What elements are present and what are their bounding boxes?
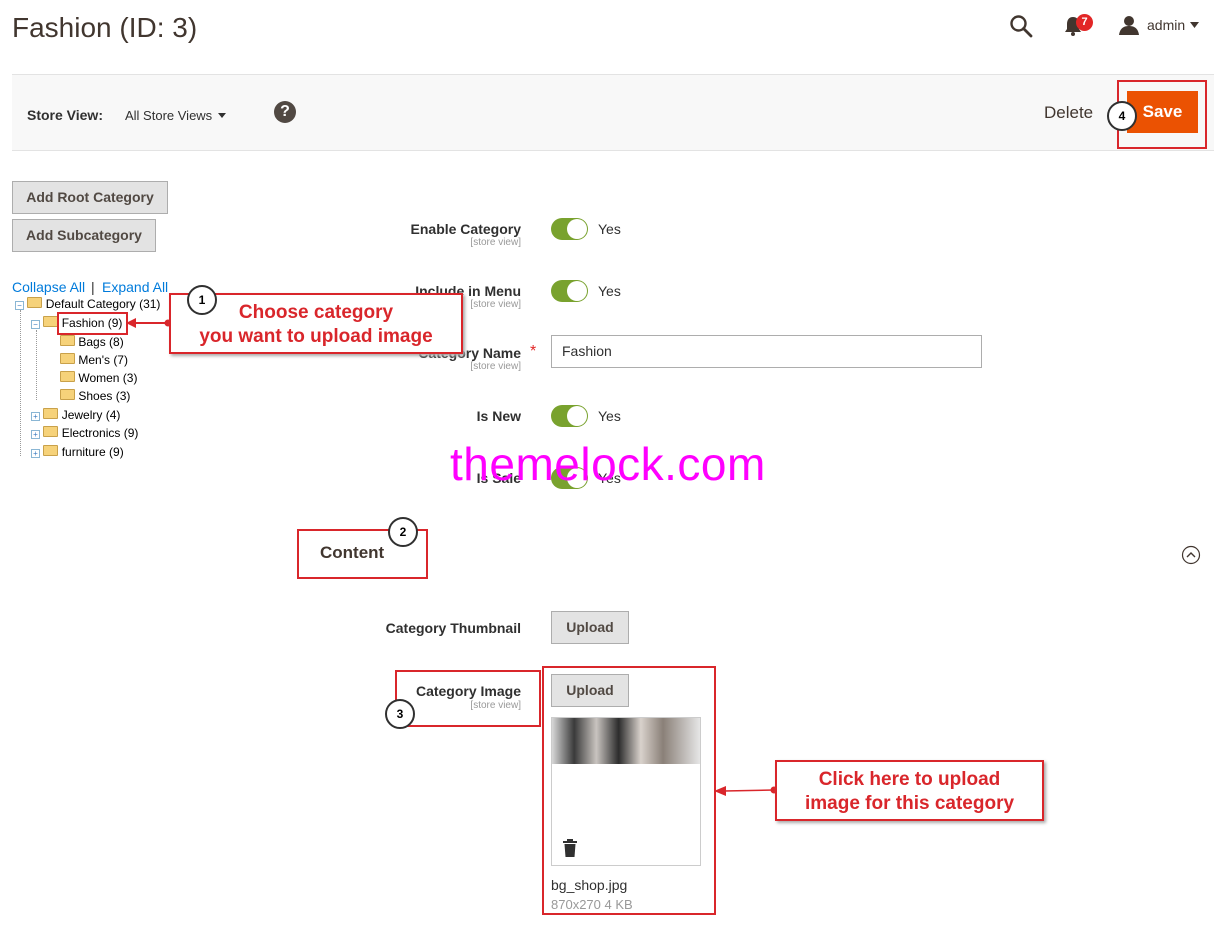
expand-all-link[interactable]: Expand All: [102, 279, 168, 295]
tree-node-label: Electronics (9): [61, 426, 139, 440]
expand-node-icon[interactable]: +: [31, 430, 40, 439]
folder-icon: [43, 426, 59, 437]
folder-icon: [60, 353, 75, 364]
include-in-menu-toggle[interactable]: [551, 280, 588, 302]
store-view-select[interactable]: All Store Views: [125, 108, 212, 123]
collapse-node-icon[interactable]: −: [31, 320, 40, 329]
callout-line: Click here to upload: [818, 769, 1001, 790]
enable-category-value: Yes: [598, 221, 621, 237]
notification-badge[interactable]: 7: [1076, 14, 1093, 31]
toggle-knob: [567, 406, 587, 426]
thumbnail-upload-button[interactable]: Upload: [551, 611, 629, 644]
tree-node-label: Jewelry (4): [61, 408, 121, 422]
step-1-marker: 1: [187, 285, 217, 315]
image-upload-highlight-box: [542, 666, 716, 915]
category-thumbnail-label: Category Thumbnail: [385, 620, 521, 636]
fashion-highlight-box: [57, 312, 128, 335]
store-view-dropdown-icon[interactable]: [218, 113, 226, 118]
enable-category-label: Enable Category: [410, 221, 521, 237]
required-marker: *: [530, 343, 537, 360]
folder-icon: [43, 445, 59, 456]
tree-node-label: Default Category (31): [45, 297, 161, 311]
scope-note: [store view]: [470, 237, 521, 248]
tree-node-label: Men's (7): [78, 353, 128, 367]
expand-node-icon[interactable]: +: [31, 449, 40, 458]
tree-node-label: Bags (8): [78, 335, 124, 349]
folder-icon: [27, 297, 43, 308]
callout-upload-image: Click here to upload image for this cate…: [775, 760, 1044, 821]
tree-node-shoes[interactable]: Shoes (3): [60, 389, 130, 403]
step-3-marker: 3: [385, 699, 415, 729]
chevron-up-icon[interactable]: [1181, 545, 1201, 565]
arrow-icon: [714, 786, 778, 796]
tree-node-women[interactable]: Women (3): [60, 371, 137, 385]
is-new-value: Yes: [598, 408, 621, 424]
tree-line: [20, 310, 21, 456]
user-menu[interactable]: admin: [1147, 17, 1185, 33]
delete-button[interactable]: Delete: [1044, 103, 1093, 123]
watermark: themelock.com: [450, 438, 766, 490]
callout-line: image for this category: [804, 793, 1015, 814]
tree-node-label: furniture (9): [61, 445, 124, 459]
scope-note: [store view]: [470, 361, 521, 372]
tree-node-electronics[interactable]: + Electronics (9): [31, 426, 138, 440]
enable-category-toggle[interactable]: [551, 218, 588, 240]
help-icon[interactable]: ?: [274, 101, 296, 123]
tree-node-default-category[interactable]: − Default Category (31): [15, 297, 160, 311]
tree-line: [36, 330, 37, 400]
toggle-knob: [567, 219, 587, 239]
arrow-icon: [126, 318, 172, 328]
tree-node-label: Shoes (3): [78, 389, 131, 403]
step-2-marker: 2: [388, 517, 418, 547]
expand-node-icon[interactable]: +: [31, 412, 40, 421]
store-view-label: Store View:: [27, 107, 103, 123]
add-root-category-button[interactable]: Add Root Category: [12, 181, 168, 214]
tree-node-bags[interactable]: Bags (8): [60, 335, 124, 349]
category-name-input[interactable]: Fashion: [551, 335, 982, 368]
is-new-label: Is New: [476, 408, 521, 424]
is-new-toggle[interactable]: [551, 405, 588, 427]
collapse-all-link[interactable]: Collapse All: [12, 279, 85, 295]
include-in-menu-value: Yes: [598, 283, 621, 299]
folder-icon: [60, 335, 75, 346]
folder-icon: [60, 389, 75, 400]
tree-node-label: Women (3): [78, 371, 138, 385]
category-image-highlight-box: [395, 670, 541, 727]
folder-icon: [60, 371, 75, 382]
add-subcategory-button[interactable]: Add Subcategory: [12, 219, 156, 252]
search-icon[interactable]: [1009, 14, 1033, 38]
callout-line: you want to upload image: [199, 326, 433, 347]
tree-node-mens[interactable]: Men's (7): [60, 353, 128, 367]
user-icon[interactable]: [1118, 14, 1140, 36]
chevron-down-icon[interactable]: [1190, 22, 1199, 28]
tree-node-furniture[interactable]: + furniture (9): [31, 445, 124, 459]
collapse-node-icon[interactable]: −: [15, 301, 24, 310]
toggle-knob: [567, 281, 587, 301]
folder-icon: [43, 408, 59, 419]
tree-node-jewelry[interactable]: + Jewelry (4): [31, 408, 120, 422]
link-separator: |: [91, 279, 95, 295]
step-4-marker: 4: [1107, 101, 1137, 131]
page-title: Fashion (ID: 3): [12, 12, 198, 43]
